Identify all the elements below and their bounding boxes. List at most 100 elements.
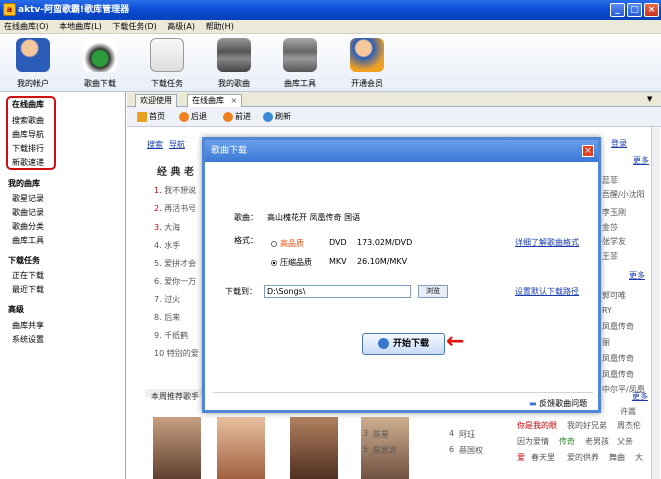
singer-name[interactable]: 阿珏 xyxy=(459,429,475,440)
singer-name[interactable]: 丽 xyxy=(602,337,610,348)
song-download-button[interactable]: 歌曲下载 xyxy=(70,36,130,90)
tab-close-icon[interactable]: × xyxy=(231,96,238,105)
title-bar[interactable]: a aktv-阿蛮歌霸!歌库管理器 _ □ × xyxy=(0,0,661,20)
more-link[interactable]: 更多 xyxy=(632,391,648,402)
singer-name[interactable]: 张学友 xyxy=(602,236,626,247)
singer-name[interactable]: 李玉刚 xyxy=(602,207,626,218)
song-name[interactable]: 周杰伦 xyxy=(617,420,641,431)
song-name[interactable]: 父亲 xyxy=(617,436,633,447)
list-item[interactable]: 5. 爱拼才会 xyxy=(154,258,196,269)
my-account-button[interactable]: 我的帐户 xyxy=(3,36,63,90)
singer-name[interactable]: 金莎 xyxy=(602,222,618,233)
singer-photo[interactable] xyxy=(290,417,338,479)
format-label: 格式： xyxy=(234,236,258,245)
list-item[interactable]: 6. 爱你一万 xyxy=(154,276,196,287)
back-button[interactable]: 后退 xyxy=(179,111,207,123)
list-item[interactable]: 8. 后来 xyxy=(154,312,180,323)
browse-button[interactable]: 浏览 xyxy=(418,285,448,298)
default-path-link[interactable]: 设置默认下载路径 xyxy=(515,286,579,297)
song-name[interactable]: 春天里 xyxy=(531,452,555,463)
home-button[interactable]: 首页 xyxy=(137,111,165,123)
list-item[interactable]: 9. 千纸鹤 xyxy=(154,330,188,341)
menu-help[interactable]: 帮助(H) xyxy=(202,20,238,34)
list-item[interactable]: 4. 水手 xyxy=(154,240,180,251)
minimize-button[interactable]: _ xyxy=(610,3,625,17)
list-item[interactable]: 7. 过火 xyxy=(154,294,180,305)
song-name[interactable]: 许嵩 xyxy=(620,406,636,417)
sidebar-item-system-settings[interactable]: 系统设置 xyxy=(12,334,44,345)
radio-high-quality[interactable]: 高品质 xyxy=(271,238,304,249)
singer-name[interactable]: 凤凰传奇 xyxy=(602,353,634,364)
singer-name[interactable]: 蔡国权 xyxy=(459,445,483,456)
toolbar: 我的帐户 歌曲下载 下载任务 我的歌曲 曲库工具 开通会员 xyxy=(0,34,661,92)
menu-advanced[interactable]: 高级(A) xyxy=(163,20,199,34)
tab-dropdown-icon[interactable]: ▼ xyxy=(647,94,657,104)
scrollbar[interactable] xyxy=(651,127,660,479)
feedback-icon: ▬ xyxy=(529,399,537,408)
sidebar-item-song-records[interactable]: 歌曲记录 xyxy=(12,207,44,218)
song-name[interactable]: 你是我的眼 xyxy=(517,420,557,431)
refresh-button[interactable]: 刷新 xyxy=(263,111,291,123)
singer-name[interactable]: 陈思思 xyxy=(373,445,397,456)
dialog-close-button[interactable]: × xyxy=(582,145,594,157)
singer-name[interactable]: 王菲 xyxy=(602,251,618,262)
format-info-link[interactable]: 详细了解歌曲格式 xyxy=(515,237,579,248)
list-item[interactable]: 2. 再活书号 xyxy=(154,203,196,214)
forward-button[interactable]: 前进 xyxy=(223,111,251,123)
maximize-button[interactable]: □ xyxy=(627,3,642,17)
song-name[interactable]: 因为爱情 xyxy=(517,436,549,447)
dialog-header[interactable]: 歌曲下载 × xyxy=(205,140,598,162)
vip-member-button[interactable]: 开通会员 xyxy=(337,36,397,90)
singer-name[interactable]: 凤凰传奇 xyxy=(602,369,634,380)
song-download-dialog: 歌曲下载 × 歌曲： 高山槐花开 凤凰传奇 国语 格式： 高品质 DVD 173… xyxy=(202,137,601,413)
song-name[interactable]: 爱的供养 xyxy=(567,452,599,463)
menu-local-library[interactable]: 本地曲库(L) xyxy=(55,20,106,34)
hq-size: 173.02M/DVD xyxy=(357,238,413,247)
singer-name[interactable]: 蕊菲 xyxy=(602,175,618,186)
forward-arrow-icon xyxy=(223,111,233,122)
tab-welcome[interactable]: 欢迎使用 xyxy=(135,94,177,107)
more-link[interactable]: 更多 xyxy=(633,155,649,166)
sidebar-item-singer-records[interactable]: 歌星记录 xyxy=(12,193,44,204)
singer-name[interactable]: 凤凰传奇 xyxy=(602,321,634,332)
tab-bar: 欢迎使用 在线曲库 × ▼ xyxy=(127,92,661,107)
song-name[interactable]: 大 xyxy=(635,452,643,463)
dialog-title: 歌曲下载 xyxy=(211,146,248,156)
list-item[interactable]: 1. 我不想说 xyxy=(154,185,196,196)
sidebar-item-song-categories[interactable]: 歌曲分类 xyxy=(12,221,44,232)
sidebar-item-downloading[interactable]: 正在下载 xyxy=(12,270,44,281)
singer-name[interactable]: RY xyxy=(602,306,612,315)
list-item[interactable]: 3. 大海 xyxy=(154,222,180,233)
singer-photo[interactable] xyxy=(217,417,265,479)
list-item[interactable]: 10 特别的爱 xyxy=(154,348,199,359)
tab-online-library[interactable]: 在线曲库 × xyxy=(187,94,243,107)
singer-name[interactable]: 陈星 xyxy=(373,429,389,440)
radio-compressed-quality[interactable]: 压缩品质 xyxy=(271,257,312,268)
song-name[interactable]: 舞曲 xyxy=(609,452,625,463)
sidebar-item-library-share[interactable]: 曲库共享 xyxy=(12,320,44,331)
menu-online-library[interactable]: 在线曲库(O) xyxy=(0,20,53,34)
singer-name[interactable]: 郭可唯 xyxy=(602,290,626,301)
sidebar-item-library-tools[interactable]: 曲库工具 xyxy=(12,235,44,246)
header-link-search[interactable]: 搜索 xyxy=(147,139,163,150)
sidebar-item-recent-downloads[interactable]: 最近下载 xyxy=(12,284,44,295)
my-songs-button[interactable]: 我的歌曲 xyxy=(204,36,264,90)
singer-photo[interactable] xyxy=(153,417,201,479)
close-button[interactable]: × xyxy=(644,3,659,17)
login-link[interactable]: 登录 xyxy=(611,138,627,149)
singer-name[interactable]: 吾醒/小沈阳 xyxy=(602,189,645,200)
song-name[interactable]: 我的好兄弟 xyxy=(567,420,607,431)
start-download-button[interactable]: 开始下载 xyxy=(362,333,445,355)
more-link[interactable]: 更多 xyxy=(629,270,645,281)
library-tools-button[interactable]: 曲库工具 xyxy=(270,36,330,90)
feedback-link[interactable]: ▬ 反馈歌曲问题 xyxy=(529,398,587,409)
song-name[interactable]: 传奇 xyxy=(559,436,575,447)
header-link-nav[interactable]: 导航 xyxy=(169,139,185,150)
menu-download-tasks[interactable]: 下载任务(D) xyxy=(108,20,160,34)
cq-size: 26.10M/MKV xyxy=(357,257,408,266)
song-name[interactable]: 老男孩 xyxy=(585,436,609,447)
download-path-input[interactable]: D:\Songs\ xyxy=(264,285,411,298)
download-tasks-button[interactable]: 下载任务 xyxy=(137,36,197,90)
user-icon xyxy=(16,38,50,72)
song-name[interactable]: 爱 xyxy=(517,452,525,463)
